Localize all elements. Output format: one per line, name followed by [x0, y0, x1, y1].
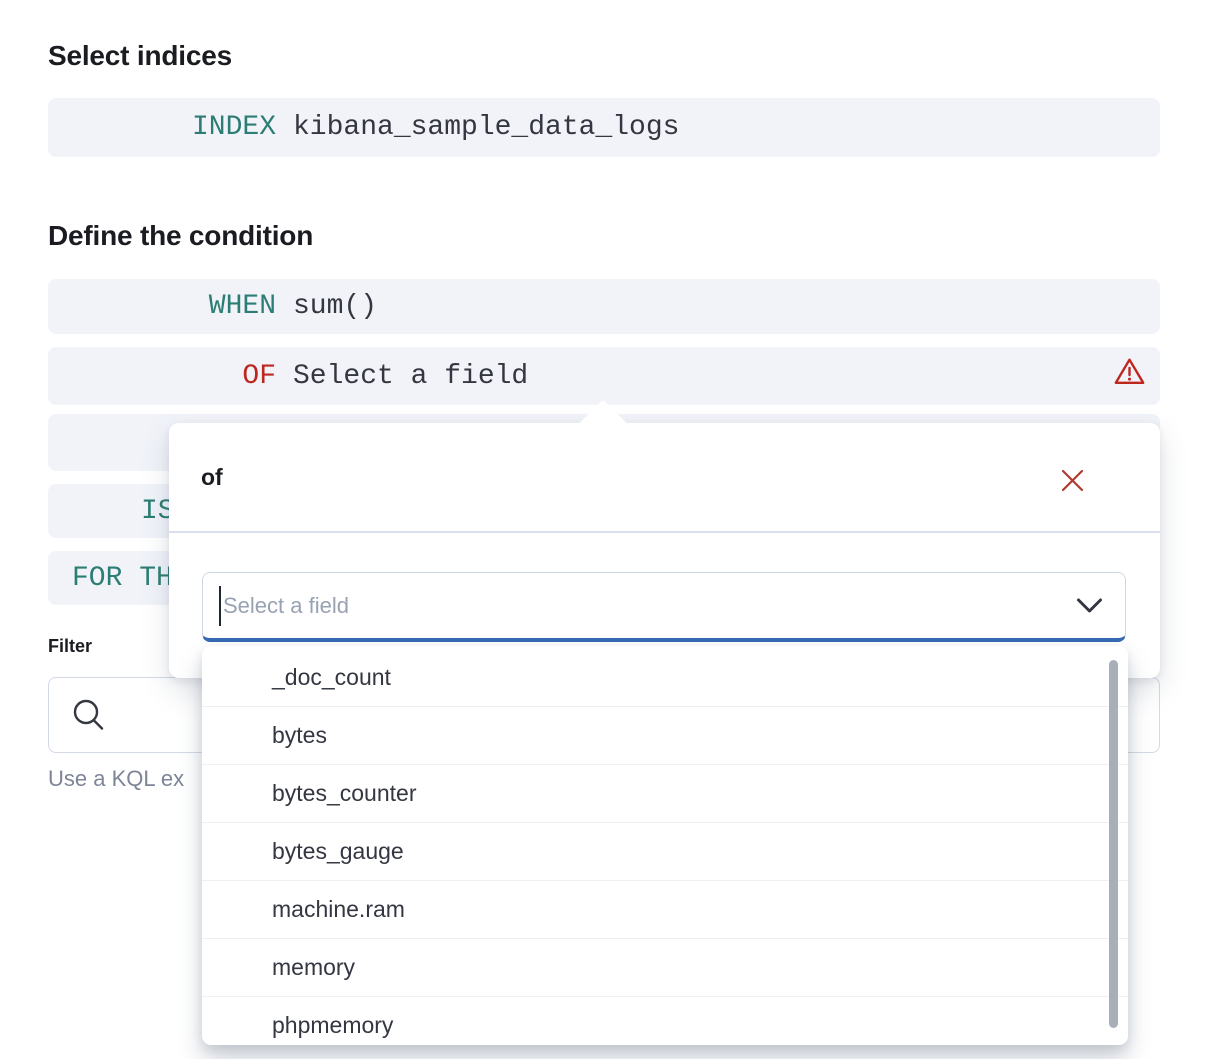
text-cursor: [219, 586, 221, 626]
field-option[interactable]: bytes: [202, 706, 1128, 764]
alert-condition-screen: Select indices INDEX kibana_sample_data_…: [0, 0, 1213, 1059]
field-combobox[interactable]: [202, 572, 1126, 642]
popover-title: of: [201, 464, 223, 491]
select-indices-heading: Select indices: [48, 40, 232, 72]
define-condition-heading: Define the condition: [48, 220, 313, 252]
field-option[interactable]: machine.ram: [202, 880, 1128, 938]
when-keyword: WHEN: [48, 291, 276, 322]
field-options-listbox: _doc_count bytes bytes_counter bytes_gau…: [202, 646, 1128, 1045]
kql-hint-text: Use a KQL ex: [48, 766, 184, 792]
field-option[interactable]: bytes_gauge: [202, 822, 1128, 880]
of-keyword: OF: [48, 361, 276, 392]
warning-triangle-icon: [1113, 357, 1146, 396]
field-option[interactable]: _doc_count: [202, 648, 1128, 706]
of-value: Select a field: [293, 361, 528, 392]
field-option[interactable]: phpmemory: [202, 996, 1128, 1045]
index-keyword: INDEX: [48, 112, 276, 143]
for-keyword-fragment: FOR TH: [72, 563, 173, 594]
filter-label: Filter: [48, 636, 92, 657]
popover-header: of: [169, 423, 1160, 533]
of-field-popover: of: [169, 423, 1160, 678]
field-option[interactable]: memory: [202, 938, 1128, 996]
index-value: kibana_sample_data_logs: [293, 112, 679, 143]
when-expression-button[interactable]: WHEN sum(): [48, 279, 1160, 334]
listbox-scrollbar[interactable]: [1109, 660, 1118, 1028]
field-option[interactable]: bytes_counter: [202, 764, 1128, 822]
search-icon: [71, 698, 105, 732]
close-icon: [1061, 469, 1084, 492]
field-combobox-input[interactable]: [203, 573, 1125, 638]
of-expression-button[interactable]: OF Select a field: [48, 347, 1160, 405]
chevron-down-icon: [1076, 597, 1103, 614]
close-popover-button[interactable]: [1050, 458, 1094, 502]
combobox-toggle-button[interactable]: [1076, 597, 1103, 614]
index-expression-button[interactable]: INDEX kibana_sample_data_logs: [48, 98, 1160, 157]
when-value: sum(): [293, 291, 377, 322]
